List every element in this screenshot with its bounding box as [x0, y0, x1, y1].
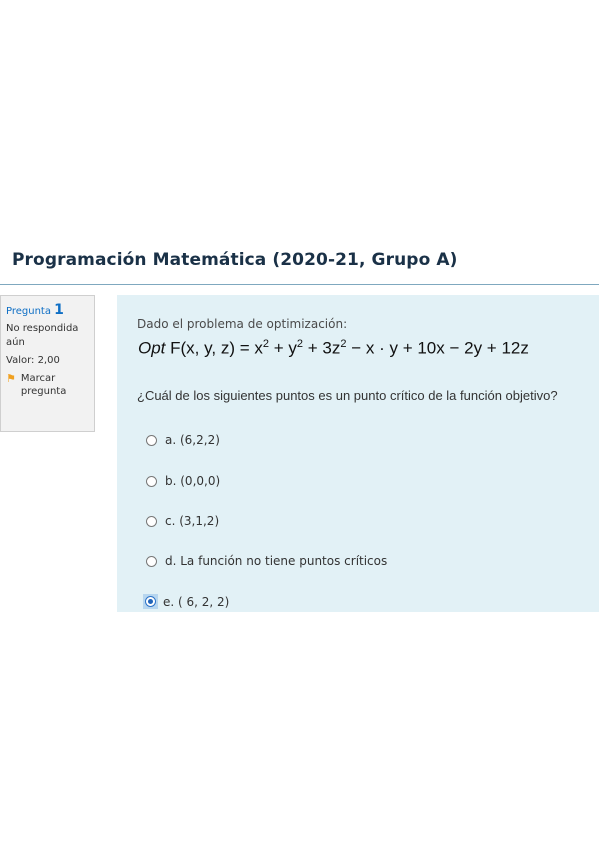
question-number: 1 — [54, 302, 64, 318]
question-intro: Dado el problema de optimización: — [137, 317, 348, 331]
formula-term-1: x — [254, 338, 263, 358]
answer-label-b[interactable]: b. (0,0,0) — [165, 474, 220, 488]
answer-option-b[interactable]: b. (0,0,0) — [146, 474, 220, 488]
radio-e-wrapper[interactable] — [143, 594, 158, 609]
question-label: Pregunta — [6, 306, 51, 317]
formula-exp-2: 2 — [296, 338, 304, 350]
radio-d-wrapper[interactable] — [146, 555, 165, 567]
formula-term-2: + y — [273, 338, 297, 358]
question-heading: Pregunta 1 — [6, 302, 94, 318]
formula-function: F(x, y, z) = — [170, 338, 250, 358]
radio-button-d[interactable] — [146, 555, 157, 567]
radio-button-b[interactable] — [146, 475, 157, 487]
answer-option-c[interactable]: c. (3,1,2) — [146, 514, 219, 528]
radio-c-wrapper[interactable] — [146, 515, 165, 527]
answer-label-c[interactable]: c. (3,1,2) — [165, 514, 219, 528]
formula-exp-1: 2 — [262, 338, 269, 350]
formula-rest: − x · y + 10x − 2y + 12z — [351, 338, 529, 358]
radio-button-e-selected[interactable] — [145, 596, 156, 607]
radio-button-c[interactable] — [146, 515, 157, 527]
title-divider — [0, 284, 599, 285]
question-info-panel: Pregunta 1 No respondida aún Valor: 2,00… — [0, 295, 95, 432]
answer-label-a[interactable]: a. (6,2,2) — [165, 433, 220, 447]
flag-icon[interactable]: ⚑ — [6, 372, 16, 398]
answer-option-a[interactable]: a. (6,2,2) — [146, 433, 220, 447]
question-value: Valor: 2,00 — [6, 355, 60, 366]
flag-question-link[interactable]: ⚑ Marcar pregunta — [6, 372, 94, 398]
objective-formula: Opt F(x, y, z) = x2 + y2 + 3z2 − x · y +… — [138, 338, 529, 359]
flag-label-line-1[interactable]: Marcar — [21, 372, 66, 385]
question-content: Dado el problema de optimización: Opt F(… — [117, 295, 599, 612]
radio-button-a[interactable] — [146, 434, 157, 446]
question-prompt: ¿Cuál de los siguientes puntos es un pun… — [137, 388, 558, 403]
page-title: Programación Matemática (2020-21, Grupo … — [12, 250, 458, 270]
answer-option-d[interactable]: d. La función no tiene puntos críticos — [146, 554, 387, 568]
status-line-2: aún — [6, 337, 25, 348]
answer-option-e[interactable]: e. ( 6, 2, 2) — [143, 594, 229, 609]
status-line-1: No respondida — [6, 323, 79, 334]
formula-exp-3: 2 — [340, 338, 347, 350]
answer-label-e[interactable]: e. ( 6, 2, 2) — [163, 595, 229, 609]
radio-b-wrapper[interactable] — [146, 475, 165, 487]
formula-prefix: Opt — [138, 338, 166, 358]
formula-term-3: + 3z — [307, 338, 341, 358]
flag-label-line-2[interactable]: pregunta — [21, 385, 66, 398]
question-status: No respondida aún — [6, 322, 94, 350]
radio-a-wrapper[interactable] — [146, 434, 165, 446]
answer-label-d[interactable]: d. La función no tiene puntos críticos — [165, 554, 387, 568]
